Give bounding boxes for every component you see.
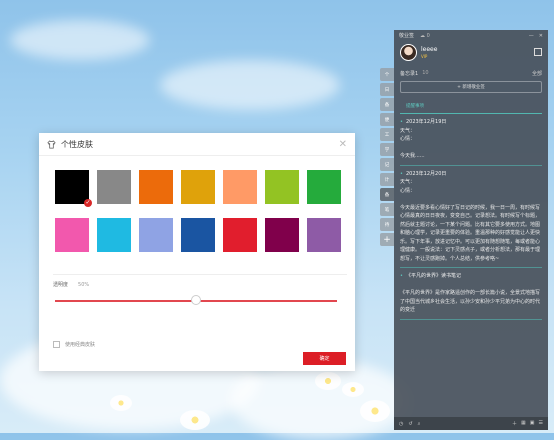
color-swatch[interactable] (223, 170, 257, 204)
opacity-label: 透明度 50% (53, 282, 90, 288)
note-entry[interactable]: • 2023年12月20日 天气： 心情： 今天最近要多看心情好了写日记的时候，我一日… (400, 166, 542, 268)
color-swatch[interactable] (307, 170, 341, 204)
opacity-slider[interactable] (55, 295, 337, 305)
background-cloud (230, 360, 410, 440)
cloud-sync-icon[interactable]: ☁ 0 (420, 33, 430, 39)
grid-icon[interactable]: ▦ (521, 420, 526, 427)
avatar[interactable] (400, 44, 417, 61)
note-line: 天气： (400, 127, 416, 134)
panel-footer: ◷ ↺ ⌕ ＋ ▦ ▣ ☰ (394, 417, 548, 430)
user-header: leeee VIP (394, 41, 548, 65)
notes-app-panel: 敬业签 ☁ 0 — ✕ leeee VIP 备忘录1 10 全部 + 新增敬业签… (394, 30, 548, 430)
vip-badge: VIP (421, 54, 428, 59)
note-list: • 2023年12月19日 天气： 心情： 今天我...... • 2023年12月20日… (394, 114, 548, 320)
note-date: • 2023年12月20日 (400, 170, 447, 177)
list-icon[interactable]: ☰ (539, 420, 543, 427)
classic-skin-label: 使用经典皮肤 (65, 342, 96, 348)
list-count: 10 (422, 70, 429, 76)
dialog-title: 个性皮肤 (61, 139, 93, 149)
search-icon[interactable]: ⌕ (418, 421, 421, 427)
side-tab[interactable]: 备 (380, 188, 394, 201)
note-line: 天气： (400, 179, 416, 185)
close-app-icon[interactable]: ✕ (539, 33, 543, 39)
note-line: 《平凡的世界》是作家路遥创作的一部长篇小说，全景式地描写了中国当代城乡社会生活，… (400, 290, 541, 313)
color-swatch[interactable]: ✓ (55, 170, 92, 207)
note-date: • 《平凡的世界》读书笔记 (400, 273, 461, 279)
note-line (400, 281, 542, 290)
add-tab-icon[interactable]: + (380, 233, 394, 246)
daisy-flower (342, 382, 364, 397)
history-icon[interactable]: ↺ (408, 421, 412, 427)
side-tab[interactable]: 便 (380, 113, 394, 126)
calendar-icon[interactable] (534, 48, 542, 56)
color-swatch[interactable] (181, 170, 215, 204)
side-tab[interactable]: 个 (380, 68, 394, 81)
daisy-flower (180, 410, 210, 430)
color-swatch[interactable] (223, 218, 257, 252)
color-swatch[interactable] (55, 218, 89, 252)
note-line: 今天我...... (400, 153, 425, 159)
note-line: 今天最近要多看心情好了写日记的时候，我一日一周，有时候写心情最真的日日夜夜，变变… (400, 204, 541, 262)
background-cloud (10, 20, 150, 60)
classic-skin-checkbox[interactable]: 使用经典皮肤 (53, 341, 95, 348)
color-swatch[interactable] (139, 218, 173, 252)
opacity-value: 50% (78, 282, 90, 288)
side-tab[interactable]: 工 (380, 128, 394, 141)
slider-handle[interactable] (191, 295, 201, 305)
selected-check-icon: ✓ (84, 199, 92, 207)
checkbox-box[interactable] (53, 341, 60, 348)
clock-icon[interactable]: ◷ (399, 421, 403, 427)
shirt-icon (47, 139, 56, 148)
side-tab[interactable]: 日 (380, 83, 394, 96)
side-tab[interactable]: 笔 (380, 203, 394, 216)
app-titlebar: 敬业签 ☁ 0 — ✕ (394, 30, 548, 41)
note-line: 心情： (400, 136, 416, 142)
add-icon[interactable]: ＋ (512, 420, 517, 427)
dialog-header: 个性皮肤 ✕ (39, 133, 355, 156)
note-date: • 2023年12月19日 (400, 119, 447, 125)
close-icon[interactable]: ✕ (339, 139, 347, 150)
note-line (400, 195, 542, 204)
daisy-flower (315, 372, 341, 390)
minimize-icon[interactable]: — (529, 33, 534, 39)
daisy-flower (360, 400, 390, 422)
confirm-button[interactable]: 确定 (303, 352, 346, 365)
color-swatch[interactable] (97, 218, 131, 252)
username: leeee (421, 46, 438, 53)
color-swatch[interactable] (307, 218, 341, 252)
color-swatch[interactable] (181, 218, 215, 252)
list-header: 备忘录1 10 全部 (394, 68, 548, 78)
image-icon[interactable]: ▣ (530, 420, 535, 427)
note-line: 心情： (400, 187, 416, 194)
background-cloud (160, 60, 340, 110)
color-swatch[interactable] (97, 170, 131, 204)
side-tab[interactable]: 学 (380, 143, 394, 156)
daisy-flower (110, 395, 132, 411)
color-swatch[interactable] (139, 170, 173, 204)
color-swatch[interactable] (265, 218, 299, 252)
new-note-button[interactable]: + 新增敬业签 (400, 81, 542, 93)
side-tab[interactable]: 待 (380, 218, 394, 231)
side-tab[interactable]: 备 (380, 98, 394, 111)
side-tab-strip: 个日备便工学记计备笔待 + (380, 68, 394, 248)
side-tab[interactable]: 计 (380, 173, 394, 186)
color-swatch[interactable] (265, 170, 299, 204)
list-title[interactable]: 备忘录1 (400, 70, 418, 77)
note-entry[interactable]: • 2023年12月19日 天气： 心情： 今天我...... (400, 114, 542, 166)
skin-dialog: 个性皮肤 ✕ ✓ 透明度 50% 使用经典皮肤 确定 (39, 133, 355, 371)
note-entry[interactable]: • 《平凡的世界》读书笔记 《平凡的世界》是作家路遥创作的一部长篇小说，全景式地描… (400, 268, 542, 320)
reminder-link[interactable]: 提醒事项 (400, 96, 542, 114)
app-title: 敬业签 (399, 33, 415, 39)
filter-dropdown[interactable]: 全部 (532, 70, 542, 77)
note-line (400, 144, 542, 153)
side-tab[interactable]: 记 (380, 158, 394, 171)
divider (53, 274, 347, 275)
